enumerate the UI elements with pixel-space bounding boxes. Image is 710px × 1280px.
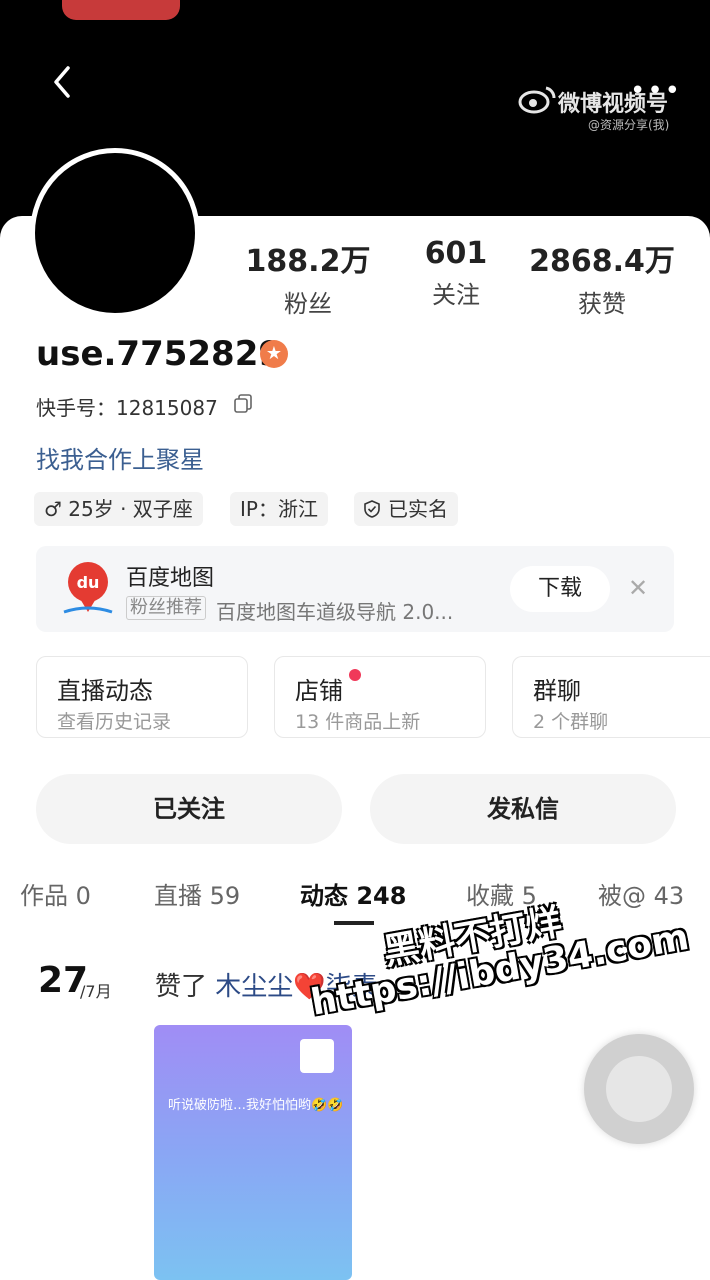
message-button[interactable]: 发私信 xyxy=(370,774,676,844)
tile-title: 群聊 xyxy=(533,677,581,705)
thumbnail-corner-icon xyxy=(300,1039,334,1073)
back-icon[interactable] xyxy=(44,62,84,102)
avatar[interactable] xyxy=(30,148,200,318)
tag-age-zodiac: ♂ 25岁 · 双子座 xyxy=(34,492,203,526)
feed-video-thumbnail[interactable]: 听说破防啦…我好怕怕哟🤣🤣 xyxy=(154,1025,352,1280)
feed-date-month: /7月 xyxy=(80,982,112,1001)
tile-live-history[interactable]: 直播动态 查看历史记录 xyxy=(36,656,248,738)
stat-value: 2868.4万 xyxy=(529,244,675,279)
active-tab-indicator xyxy=(334,921,374,925)
tile-subtitle: 查看历史记录 xyxy=(57,711,172,733)
floating-button-inner xyxy=(606,1056,672,1122)
tab-works[interactable]: 作品 0 xyxy=(20,876,91,911)
ad-rec-label: 粉丝推荐 xyxy=(126,596,206,620)
weibo-logo-icon xyxy=(518,86,556,114)
tile-group-chat[interactable]: 群聊 2 个群聊 xyxy=(512,656,710,738)
stat-followers[interactable]: 188.2万 粉丝 xyxy=(228,236,388,319)
weibo-handle-text: @资源分享(我) xyxy=(588,118,670,132)
shield-check-icon xyxy=(364,500,380,518)
live-indicator xyxy=(62,0,180,20)
verified-badge-icon: ★ xyxy=(260,340,288,368)
notification-dot xyxy=(349,669,361,681)
download-button[interactable]: 下载 xyxy=(510,566,610,612)
activity-prefix: 赞了 xyxy=(155,972,216,1002)
tile-shop[interactable]: 店铺 13 件商品上新 xyxy=(274,656,486,738)
stat-value: 601 xyxy=(424,236,488,271)
stat-value: 188.2万 xyxy=(245,244,371,279)
tab-moments[interactable]: 动态 248 xyxy=(300,876,406,911)
tab-live[interactable]: 直播 59 xyxy=(154,876,240,911)
baidu-map-logo-icon: du xyxy=(63,562,113,614)
tile-subtitle: 13 件商品上新 xyxy=(295,711,421,733)
tag-ip-location: IP：浙江 xyxy=(230,492,328,526)
following-button[interactable]: 已关注 xyxy=(36,774,342,844)
stat-label: 关注 xyxy=(432,281,480,309)
close-icon[interactable]: ✕ xyxy=(628,574,648,602)
more-options-icon[interactable]: ••• xyxy=(630,76,682,106)
stat-label: 粉丝 xyxy=(284,290,332,318)
tag-label: 已实名 xyxy=(388,497,448,521)
copy-icon[interactable] xyxy=(232,392,254,414)
tile-subtitle: 2 个群聊 xyxy=(533,711,609,733)
floating-button[interactable] xyxy=(584,1034,694,1144)
ad-description: 百度地图车道级导航 2.0... xyxy=(216,600,454,624)
stat-likes[interactable]: 2868.4万 获赞 xyxy=(522,236,682,319)
stat-label: 获赞 xyxy=(578,290,626,318)
tile-title: 直播动态 xyxy=(57,677,153,705)
username: use.7752829 xyxy=(36,334,283,374)
ad-app-name: 百度地图 xyxy=(126,566,215,591)
stat-following[interactable]: 601 关注 xyxy=(376,236,536,310)
ad-banner[interactable]: du 百度地图 粉丝推荐 百度地图车道级导航 2.0... 下载 ✕ xyxy=(36,546,674,632)
tab-mentioned[interactable]: 被@ 43 xyxy=(598,876,684,911)
bio-link[interactable]: 找我合作上聚星 xyxy=(36,440,204,475)
tile-title: 店铺 xyxy=(295,677,343,705)
kuaishou-id: 快手号：12815087 xyxy=(36,396,218,420)
tag-verified-realname: 已实名 xyxy=(354,492,458,526)
logo-text: du xyxy=(77,573,100,592)
thumbnail-caption: 听说破防啦…我好怕怕哟🤣🤣 xyxy=(168,1098,344,1113)
